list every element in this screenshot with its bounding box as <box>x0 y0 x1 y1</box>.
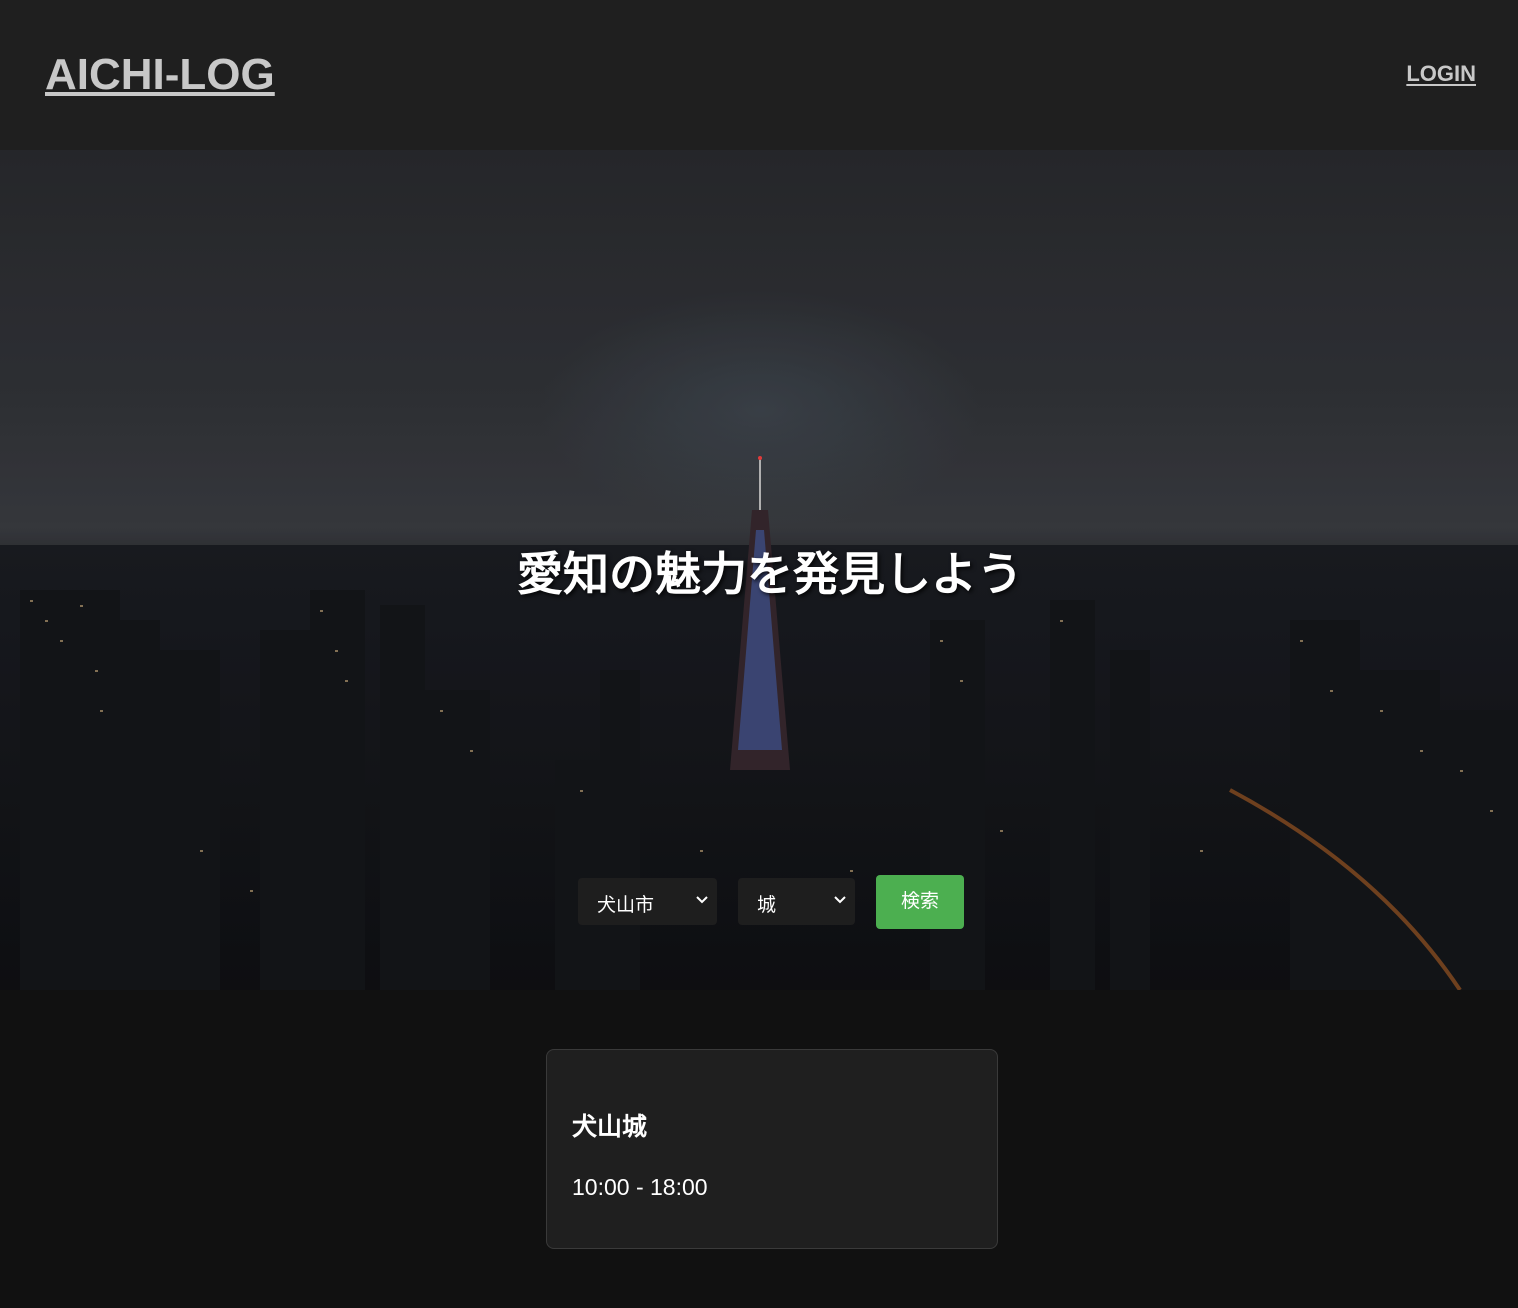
city-select-value: 犬山市 <box>597 895 655 916</box>
login-link[interactable]: LOGIN <box>1406 61 1476 87</box>
site-header: AICHI-LOG LOGIN <box>0 0 1518 150</box>
site-logo-link[interactable]: AICHI-LOG <box>45 50 275 100</box>
chevron-down-icon <box>834 896 846 904</box>
search-button[interactable]: 検索 <box>876 875 964 929</box>
result-card-hours: 10:00 - 18:00 <box>572 1174 708 1200</box>
hero-title: 愛知の魅力を発見しよう <box>517 548 1023 600</box>
hero-section: 愛知の魅力を発見しよう 犬山市 城 検索 <box>0 150 1518 990</box>
category-select-value: 城 <box>757 895 777 916</box>
chevron-down-icon <box>696 896 708 904</box>
result-card[interactable]: 犬山城 10:00 - 18:00 <box>546 1049 998 1249</box>
result-card-title: 犬山城 <box>572 1113 648 1141</box>
category-select[interactable]: 城 <box>738 878 855 925</box>
city-select[interactable]: 犬山市 <box>578 878 717 925</box>
